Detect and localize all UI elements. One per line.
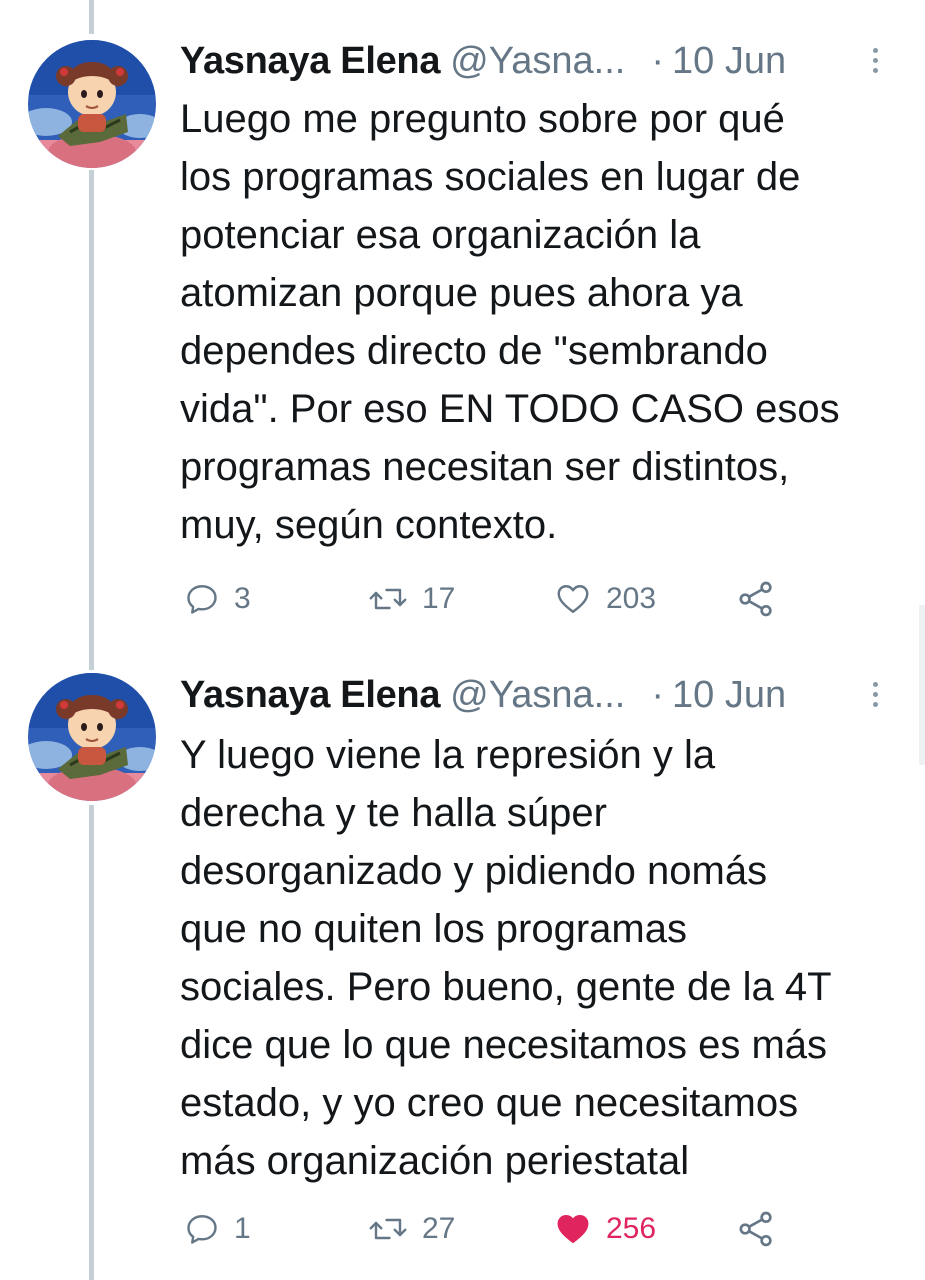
author-handle[interactable]: @Yasna... (450, 38, 625, 84)
tweet-date[interactable]: 10 Jun (672, 38, 786, 84)
like-button[interactable]: 256 (554, 1205, 656, 1253)
author-name[interactable]: Yasnaya Elena (180, 672, 440, 718)
like-button[interactable]: 203 (554, 575, 656, 623)
like-count: 256 (606, 1212, 657, 1245)
share-button[interactable] (736, 1205, 776, 1253)
retweet-count: 17 (422, 582, 456, 615)
heart-icon (557, 1215, 589, 1243)
author-handle[interactable]: @Yasna... (450, 672, 625, 718)
share-icon (739, 581, 772, 617)
more-options-icon[interactable] (865, 676, 885, 714)
reply-button[interactable]: 3 (184, 575, 251, 623)
retweet-icon (369, 588, 407, 610)
author-name[interactable]: Yasnaya Elena (180, 38, 440, 84)
share-icon (739, 1211, 772, 1247)
tweet-text: Y luego viene la represión y la derecha … (180, 733, 832, 1183)
tweet[interactable]: Yasnaya Elena @Yasna... · 10 Jun Luego m… (0, 0, 925, 640)
tweet-header: Yasnaya Elena @Yasna... · 10 Jun (180, 672, 885, 718)
separator: · (651, 40, 665, 82)
avatar[interactable] (28, 40, 156, 168)
separator: · (651, 674, 665, 716)
retweet-button[interactable]: 17 (368, 575, 455, 623)
reply-icon (187, 585, 217, 614)
avatar[interactable] (28, 673, 156, 801)
retweet-button[interactable]: 27 (368, 1205, 455, 1253)
tweet-actions: 1 27 256 (180, 1205, 800, 1253)
reply-count: 3 (234, 582, 251, 615)
reply-button[interactable]: 1 (184, 1205, 251, 1253)
reply-icon (187, 1215, 217, 1244)
tweet-date[interactable]: 10 Jun (672, 672, 786, 718)
tweet-header: Yasnaya Elena @Yasna... · 10 Jun (180, 38, 885, 84)
tweet-actions: 3 17 203 (180, 575, 800, 623)
tweet-text: Luego me pregunto sobre por qué los prog… (180, 97, 840, 547)
share-button[interactable] (736, 575, 776, 623)
more-options-icon[interactable] (865, 42, 885, 80)
retweet-count: 27 (422, 1212, 456, 1245)
retweet-icon (369, 1218, 407, 1240)
reply-count: 1 (234, 1212, 251, 1245)
heart-icon (557, 585, 589, 613)
like-count: 203 (606, 582, 657, 615)
tweet[interactable]: Yasnaya Elena @Yasna... · 10 Jun Y luego… (0, 640, 925, 1280)
